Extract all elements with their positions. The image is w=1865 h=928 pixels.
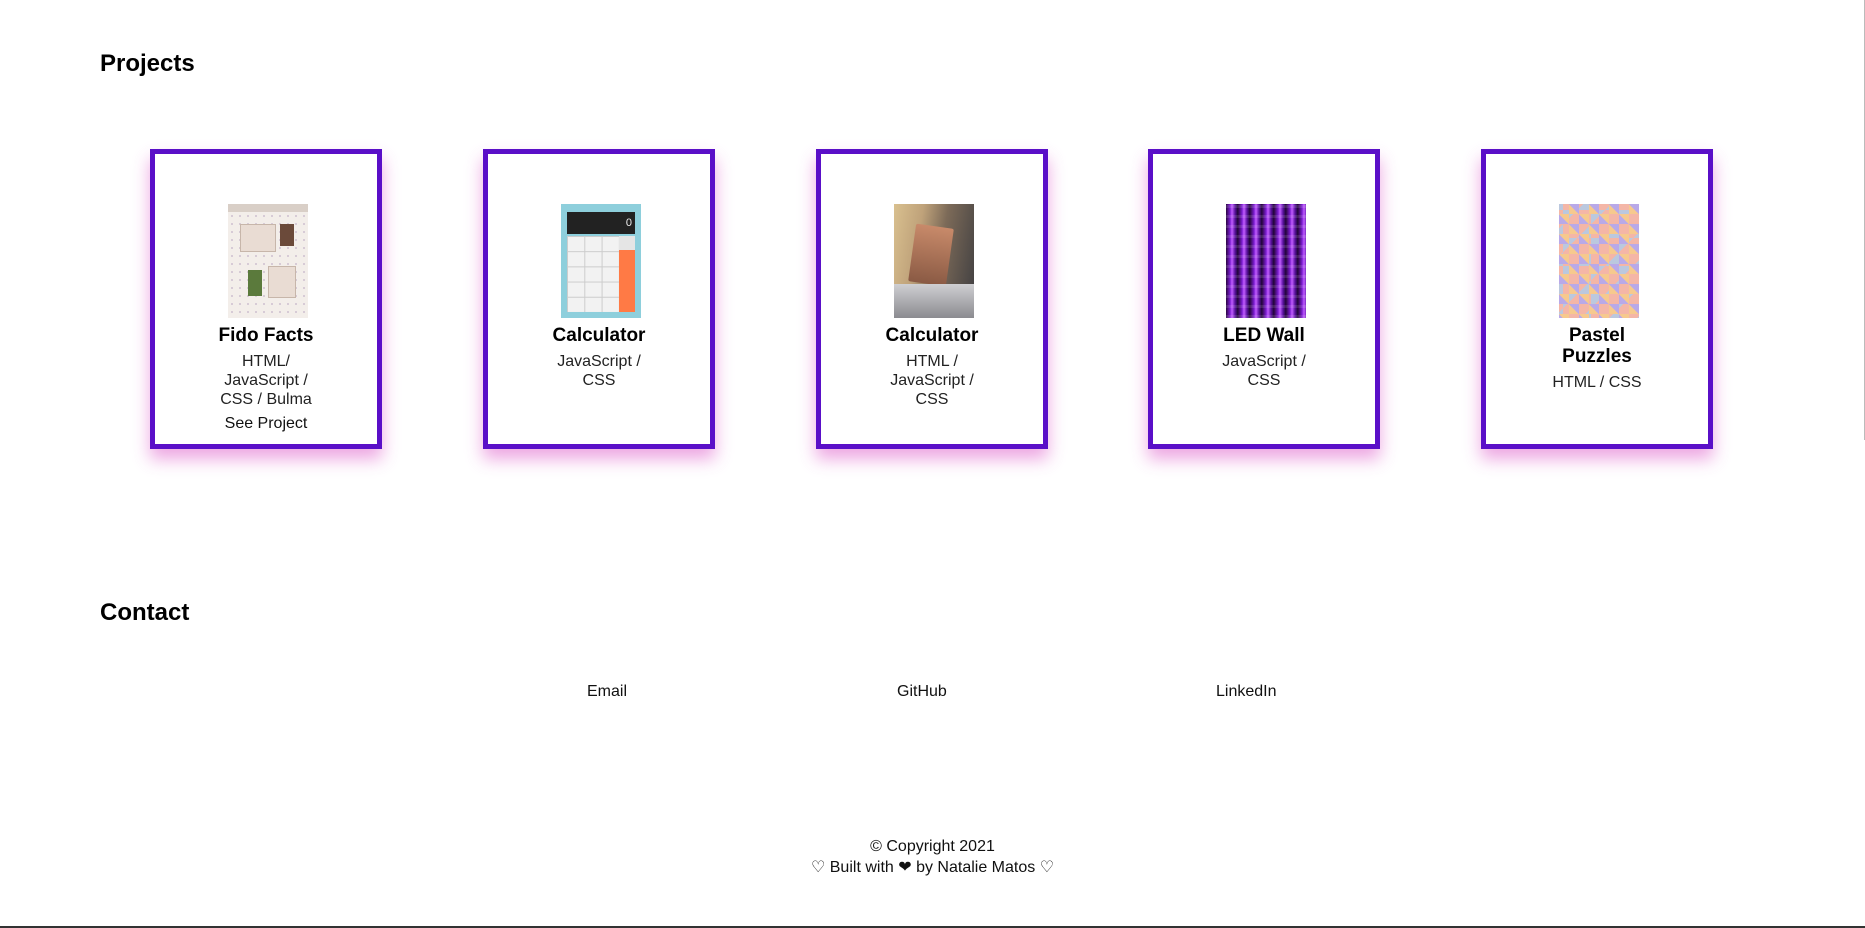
calculator-thumbnail: 0 <box>561 204 641 318</box>
project-card-led-wall: LED Wall JavaScript / CSS <box>1148 149 1380 449</box>
email-link[interactable]: Email <box>587 683 627 701</box>
fido-facts-thumbnail <box>228 204 308 318</box>
project-card-pastel-puzzles: Pastel Puzzles HTML / CSS <box>1481 149 1713 449</box>
project-title: Calculator <box>885 325 979 346</box>
project-tech: JavaScript / CSS <box>557 353 641 389</box>
project-card-calculator: 0 Calculator JavaScript / CSS <box>483 149 715 449</box>
project-title: Calculator <box>552 325 646 346</box>
project-card-fido-facts: Fido Facts HTML/ JavaScript / CSS / Bulm… <box>150 149 382 449</box>
project-tech: HTML / CSS <box>1552 374 1642 391</box>
contact-links: Email GitHub LinkedIn <box>0 683 1865 703</box>
project-title: Pastel Puzzles <box>1562 325 1632 367</box>
projects-heading: Projects <box>100 50 195 77</box>
calculator-photo-thumbnail <box>894 204 974 318</box>
project-tech: HTML / JavaScript / CSS <box>890 353 974 408</box>
see-project-link[interactable]: See Project <box>215 415 317 433</box>
footer: © Copyright 2021 ♡ Built with ❤ by Natal… <box>0 836 1865 878</box>
project-tech: HTML/ JavaScript / CSS / Bulma <box>220 353 312 408</box>
projects-grid: Fido Facts HTML/ JavaScript / CSS / Bulm… <box>150 149 1714 449</box>
copyright-text: © Copyright 2021 <box>870 838 995 855</box>
project-title: LED Wall <box>1223 325 1305 346</box>
pastel-puzzles-thumbnail <box>1559 204 1639 318</box>
linkedin-link[interactable]: LinkedIn <box>1216 683 1277 701</box>
project-tech: JavaScript / CSS <box>1222 353 1306 389</box>
calculator-display: 0 <box>567 212 635 234</box>
github-link[interactable]: GitHub <box>897 683 947 701</box>
project-card-calculator-photo: Calculator HTML / JavaScript / CSS <box>816 149 1048 449</box>
project-title: Fido Facts <box>218 325 314 346</box>
led-wall-thumbnail <box>1226 204 1306 318</box>
credit-text: ♡ Built with ❤ by Natalie Matos ♡ <box>810 859 1055 876</box>
contact-heading: Contact <box>100 599 190 626</box>
